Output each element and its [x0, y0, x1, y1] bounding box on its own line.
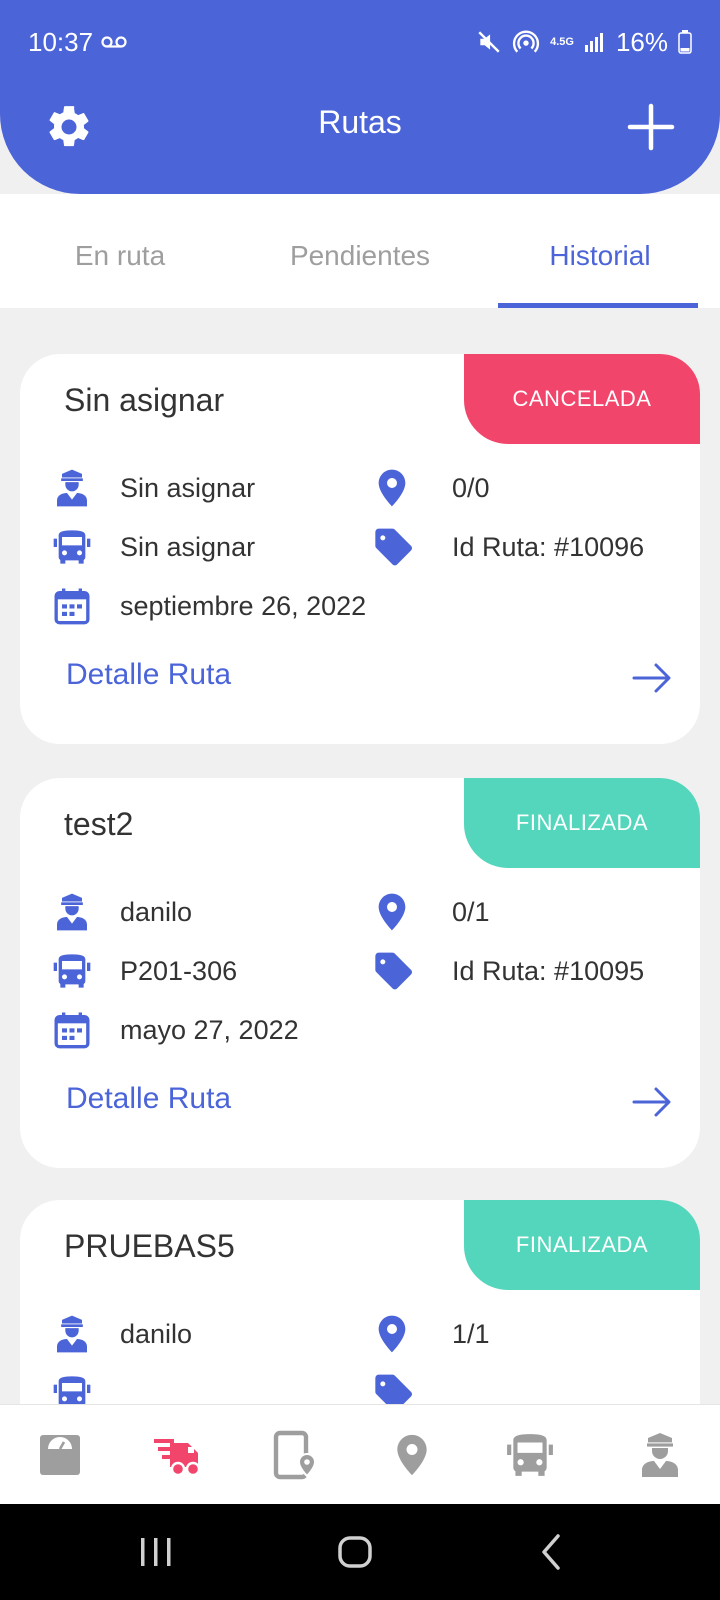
- route-card: PRUEBAS5 FINALIZADA danilo 1/1: [20, 1200, 700, 1404]
- driver-icon: [50, 1312, 94, 1356]
- route-id-row: Id Ruta: #10096: [370, 525, 644, 569]
- plus-icon[interactable]: [626, 102, 676, 152]
- nav-vehicles[interactable]: [504, 1429, 556, 1481]
- network-type: 4.5G: [550, 36, 574, 48]
- back-icon[interactable]: [536, 1532, 566, 1572]
- calendar-icon: [50, 1008, 94, 1052]
- driver-icon: [50, 890, 94, 934]
- date-row: septiembre 26, 2022: [50, 584, 366, 628]
- stops-count: 0/0: [452, 472, 490, 503]
- route-title: Sin asignar: [64, 382, 225, 418]
- bus-icon: [50, 1371, 94, 1404]
- stops-row: 1/1: [370, 1312, 490, 1356]
- tab-historial[interactable]: Historial: [480, 240, 720, 272]
- battery-percent: 16%: [615, 26, 668, 57]
- bus-icon: [507, 1434, 553, 1476]
- vehicle-row: Sin asignar: [50, 525, 255, 569]
- bottom-navigation: [0, 1404, 720, 1505]
- driver-name: Sin asignar: [120, 472, 256, 503]
- location-pin-icon: [397, 1434, 427, 1476]
- status-bar: 10:37 4.5G 16%: [28, 22, 692, 62]
- nav-drivers[interactable]: [634, 1429, 686, 1481]
- driver-name: danilo: [120, 1318, 193, 1349]
- tag-icon: [370, 525, 414, 569]
- tab-bar: En ruta Pendientes Historial: [0, 194, 720, 308]
- recent-apps-icon[interactable]: [138, 1532, 174, 1572]
- app-header: 10:37 4.5G 16% Rutas: [0, 0, 720, 194]
- driver-row: Sin asignar: [50, 466, 255, 510]
- vehicle-name: P201-306: [120, 955, 238, 986]
- driver-icon: [50, 466, 94, 510]
- mute-icon: [478, 31, 500, 53]
- route-id-row: Id Ruta: #10095: [370, 949, 644, 993]
- detail-route-link[interactable]: Detalle Ruta: [66, 658, 231, 692]
- route-date: septiembre 26, 2022: [120, 590, 367, 621]
- arrow-right-icon[interactable]: [630, 658, 674, 698]
- stops-row: 0/0: [370, 466, 490, 510]
- driver-row: danilo: [50, 890, 192, 934]
- hotspot-icon: [513, 30, 540, 53]
- signal-icon: [584, 33, 603, 52]
- route-id-row: [370, 1371, 414, 1404]
- nav-device-location[interactable]: [270, 1429, 322, 1481]
- tag-icon: [370, 1371, 414, 1404]
- status-badge: CANCELADA: [464, 354, 700, 444]
- status-badge: FINALIZADA: [464, 1200, 700, 1290]
- driver-row: danilo: [50, 1312, 192, 1356]
- route-card: test2 FINALIZADA danilo 0/1 P201-306 Id …: [20, 778, 700, 1168]
- scale-icon: [40, 1435, 80, 1475]
- nav-scale[interactable]: [34, 1429, 86, 1481]
- tablet-location-icon: [273, 1430, 317, 1480]
- arrow-right-icon[interactable]: [630, 1082, 674, 1122]
- tab-en-ruta[interactable]: En ruta: [0, 240, 240, 272]
- page-title: Rutas: [318, 104, 402, 140]
- date-row: mayo 27, 2022: [50, 1008, 299, 1052]
- stops-row: 0/1: [370, 890, 490, 934]
- location-pin-icon: [370, 1312, 414, 1356]
- nav-locations[interactable]: [386, 1429, 438, 1481]
- tag-icon: [370, 949, 414, 993]
- driver-icon: [642, 1433, 678, 1477]
- delivery-truck-icon: [154, 1439, 201, 1477]
- calendar-icon: [50, 584, 94, 628]
- stops-count: 1/1: [452, 1318, 490, 1349]
- route-title: PRUEBAS5: [64, 1228, 235, 1264]
- vehicle-name: Sin asignar: [120, 531, 256, 562]
- route-date: mayo 27, 2022: [120, 1014, 299, 1045]
- voicemail-icon: [101, 36, 127, 48]
- tab-pendientes[interactable]: Pendientes: [240, 240, 480, 272]
- route-id: Id Ruta: #10096: [452, 531, 645, 562]
- location-pin-icon: [370, 466, 414, 510]
- system-navigation-bar: [0, 1504, 720, 1600]
- stops-count: 0/1: [452, 896, 490, 927]
- driver-name: danilo: [120, 896, 193, 927]
- home-icon[interactable]: [336, 1532, 376, 1572]
- route-card: Sin asignar CANCELADA Sin asignar 0/0 Si…: [20, 354, 700, 744]
- detail-route-link[interactable]: Detalle Ruta: [66, 1082, 231, 1116]
- bus-icon: [50, 525, 94, 569]
- vehicle-row: [50, 1371, 94, 1404]
- vehicle-row: P201-306: [50, 949, 237, 993]
- status-badge: FINALIZADA: [464, 778, 700, 868]
- battery-icon: [678, 30, 692, 54]
- route-title: test2: [64, 806, 134, 842]
- status-time: 10:37: [28, 26, 94, 57]
- nav-delivery[interactable]: [152, 1429, 204, 1481]
- bus-icon: [50, 949, 94, 993]
- location-pin-icon: [370, 890, 414, 934]
- route-list[interactable]: Sin asignar CANCELADA Sin asignar 0/0 Si…: [0, 308, 720, 1404]
- route-id: Id Ruta: #10095: [452, 955, 645, 986]
